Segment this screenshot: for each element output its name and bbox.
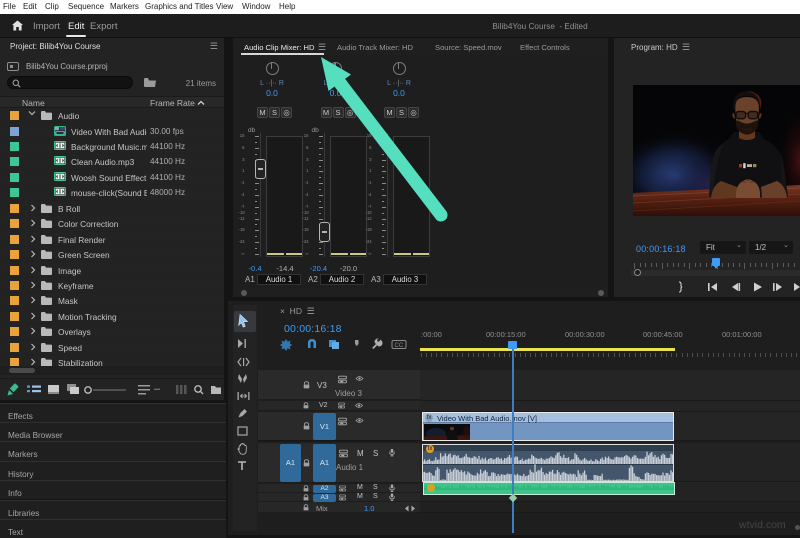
svg-text:CC: CC	[395, 343, 404, 349]
